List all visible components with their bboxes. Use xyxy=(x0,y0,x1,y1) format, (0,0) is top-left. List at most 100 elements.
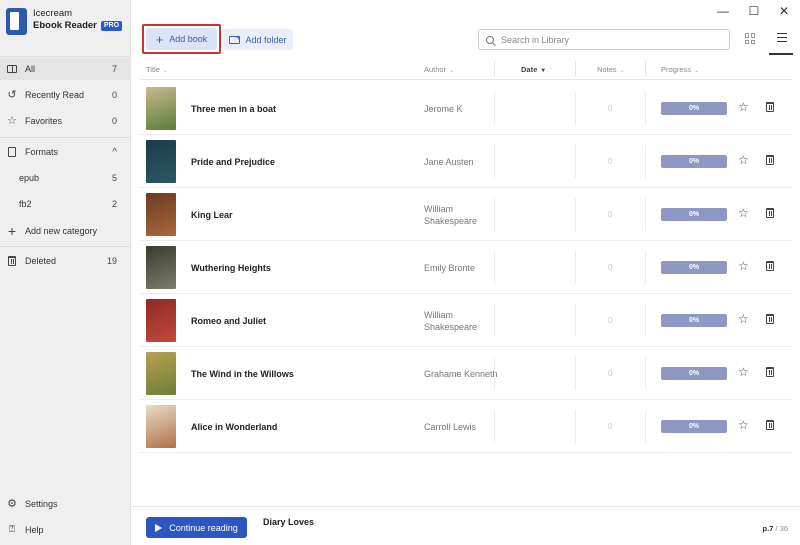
book-title[interactable]: King Lear xyxy=(191,188,233,241)
sidebar-item-label: Add new category xyxy=(25,226,98,236)
app-name-line2: Ebook Reader xyxy=(33,20,97,31)
column-divider xyxy=(494,304,495,337)
column-header-title[interactable]: Title ⌄ xyxy=(146,65,168,74)
column-header-author[interactable]: Author ⌄ xyxy=(424,65,454,74)
gear-icon: ⚙ xyxy=(7,498,17,510)
column-header-label: Author xyxy=(424,65,447,74)
table-row[interactable]: Romeo and Juliet William Shakespeare 0 0% ☆ xyxy=(140,294,792,347)
favorite-star-icon[interactable]: ☆ xyxy=(738,312,749,326)
add-book-button[interactable]: + Add book xyxy=(146,28,217,50)
delete-icon[interactable] xyxy=(766,155,774,165)
sidebar-divider xyxy=(0,246,131,247)
sidebar-item-epub[interactable]: epub 5 xyxy=(0,167,131,189)
column-header-date[interactable]: Date ▼ xyxy=(521,65,546,74)
table-row[interactable]: Pride and Prejudice Jane Austen 0 0% ☆ xyxy=(140,135,792,188)
table-row[interactable]: Alice in Wonderland Carroll Lewis 0 0% ☆ xyxy=(140,400,792,453)
search-placeholder: Search in Library xyxy=(501,34,570,45)
column-divider xyxy=(575,92,576,125)
sidebar-item-count: 5 xyxy=(111,173,117,183)
delete-icon[interactable] xyxy=(766,261,774,271)
column-divider xyxy=(645,92,646,125)
progress-bar: 0% xyxy=(661,261,727,274)
favorite-star-icon[interactable]: ☆ xyxy=(738,365,749,379)
delete-icon[interactable] xyxy=(766,420,774,430)
book-author: Jane Austen xyxy=(424,156,474,167)
book-cover[interactable] xyxy=(146,405,176,448)
delete-icon[interactable] xyxy=(766,314,774,324)
sidebar-item-all[interactable]: All 7 xyxy=(0,58,131,80)
app-name-line1: Icecream xyxy=(33,8,73,19)
book-title[interactable]: The Wind in the Willows xyxy=(191,347,294,400)
add-folder-button[interactable]: Add folder xyxy=(223,29,293,50)
sidebar-item-label: Deleted xyxy=(25,256,57,266)
column-header-progress[interactable]: Progress ⌄ xyxy=(661,65,699,74)
progress-bar: 0% xyxy=(661,155,727,168)
table-row[interactable]: King Lear William Shakespeare 0 0% ☆ xyxy=(140,188,792,241)
table-row[interactable]: Wuthering Heights Emily Bronte 0 0% ☆ xyxy=(140,241,792,294)
table-row[interactable]: Three men in a boat Jerome K 0 0% ☆ xyxy=(140,82,792,135)
column-divider xyxy=(575,357,576,390)
favorite-star-icon[interactable]: ☆ xyxy=(738,259,749,273)
notes-count: 0 xyxy=(608,369,613,378)
book-title[interactable]: Alice in Wonderland xyxy=(191,400,277,453)
sidebar-item-formats[interactable]: Formats ^ xyxy=(0,141,131,163)
favorite-star-icon[interactable]: ☆ xyxy=(738,153,749,167)
sidebar-item-help[interactable]: ⍰ Help xyxy=(0,519,131,541)
sidebar-item-recently-read[interactable]: ↺ Recently Read 0 xyxy=(0,84,131,106)
sidebar-item-settings[interactable]: ⚙ Settings xyxy=(0,493,131,515)
history-icon: ↺ xyxy=(7,89,17,101)
sort-desc-icon: ▼ xyxy=(540,68,547,74)
folder-add-icon xyxy=(229,34,241,44)
column-divider xyxy=(494,145,495,178)
sidebar: Icecream Ebook Reader PRO All 7 ↺ Recent… xyxy=(0,0,131,545)
minimize-button[interactable]: — xyxy=(715,4,731,18)
column-header-notes[interactable]: Notes ⌄ xyxy=(597,65,625,74)
sidebar-item-label: All xyxy=(25,64,36,74)
favorite-star-icon[interactable]: ☆ xyxy=(738,100,749,114)
book-cover[interactable] xyxy=(146,299,176,342)
favorite-star-icon[interactable]: ☆ xyxy=(738,418,749,432)
continue-reading-button[interactable]: Continue reading xyxy=(146,517,247,538)
book-cover[interactable] xyxy=(146,140,176,183)
book-cover[interactable] xyxy=(146,193,176,236)
book-cover[interactable] xyxy=(146,352,176,395)
book-cover[interactable] xyxy=(146,87,176,130)
column-divider xyxy=(645,251,646,284)
column-divider xyxy=(575,251,576,284)
book-cover[interactable] xyxy=(146,246,176,289)
sidebar-item-label: fb2 xyxy=(19,199,32,209)
favorite-star-icon[interactable]: ☆ xyxy=(738,206,749,220)
progress-bar: 0% xyxy=(661,208,727,221)
book-title[interactable]: Pride and Prejudice xyxy=(191,135,275,188)
add-folder-label: Add folder xyxy=(245,34,287,45)
current-book-title: Diary Loves xyxy=(263,517,315,527)
sort-chevron-icon: ⌄ xyxy=(449,68,455,74)
maximize-button[interactable]: ☐ xyxy=(746,4,762,18)
notes-count: 0 xyxy=(608,263,613,272)
add-category-button[interactable]: + Add new category xyxy=(0,220,131,242)
grid-view-icon[interactable] xyxy=(745,33,756,44)
delete-icon[interactable] xyxy=(766,102,774,112)
delete-icon[interactable] xyxy=(766,208,774,218)
book-title[interactable]: Three men in a boat xyxy=(191,82,276,135)
list-view-icon[interactable] xyxy=(775,33,787,44)
column-divider xyxy=(645,198,646,231)
column-divider xyxy=(645,145,646,178)
sidebar-item-favorites[interactable]: ☆ Favorites 0 xyxy=(0,110,131,132)
help-icon: ⍰ xyxy=(9,524,15,535)
table-header: Title ⌄ Author ⌄ Date ▼ Notes ⌄ Progress ⌄ xyxy=(140,58,792,80)
table-row[interactable]: The Wind in the Willows Grahame Kenneth 0 0… xyxy=(140,347,792,400)
sort-chevron-icon: ⌄ xyxy=(619,68,625,74)
sort-chevron-icon: ⌄ xyxy=(162,68,168,74)
book-title[interactable]: Romeo and Juliet xyxy=(191,294,266,347)
delete-icon[interactable] xyxy=(766,367,774,377)
search-input[interactable]: Search in Library xyxy=(478,29,730,50)
sidebar-item-deleted[interactable]: Deleted 19 xyxy=(0,250,131,272)
chevron-up-icon[interactable]: ^ xyxy=(112,147,117,158)
book-title[interactable]: Wuthering Heights xyxy=(191,241,271,294)
search-icon xyxy=(486,35,494,44)
sidebar-item-label: Formats xyxy=(25,147,59,157)
close-button[interactable]: ✕ xyxy=(776,4,792,18)
library-icon xyxy=(6,63,18,75)
sidebar-item-fb2[interactable]: fb2 2 xyxy=(0,193,131,215)
